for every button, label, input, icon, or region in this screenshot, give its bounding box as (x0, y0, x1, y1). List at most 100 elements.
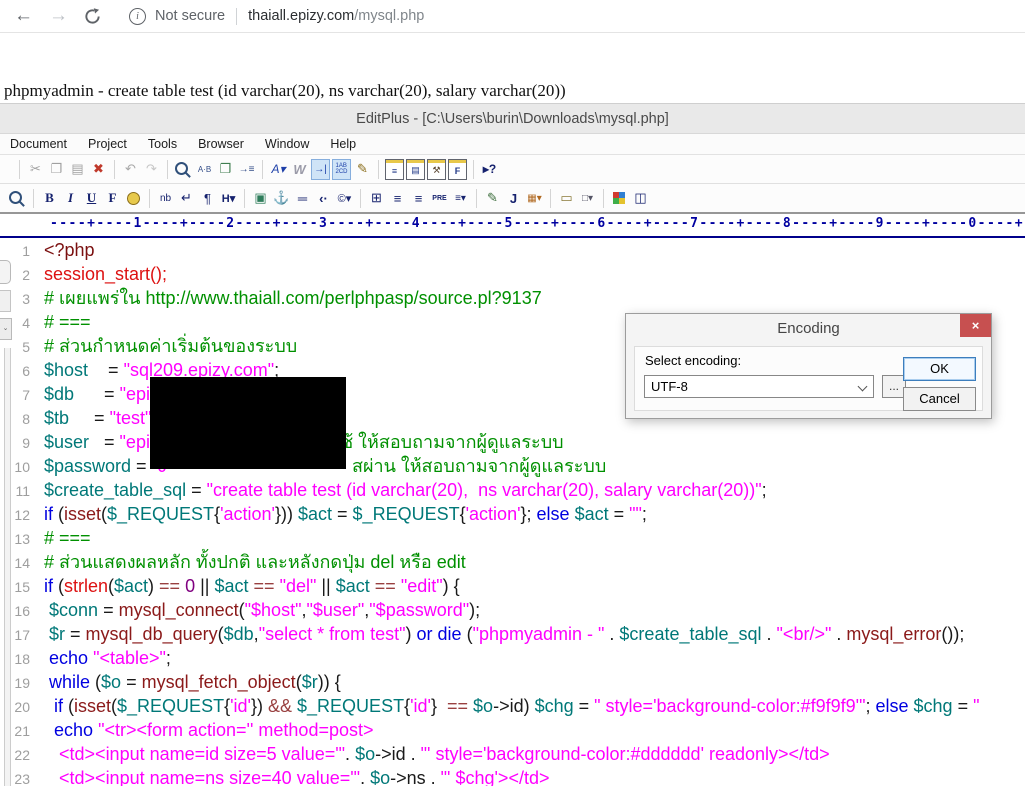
code-token: "phpmyadmin - " (472, 624, 605, 644)
folder-icon[interactable]: ▭ (557, 188, 576, 209)
undo-icon[interactable]: ↶ (121, 159, 140, 180)
table-icon[interactable]: ⊞ (367, 188, 386, 209)
redo-icon[interactable]: ↷ (142, 159, 161, 180)
view-colors-icon[interactable] (610, 188, 629, 209)
code-line[interactable]: 12 if (isset($_REQUEST{'action'})) $act =… (0, 502, 1025, 526)
menu-item-document[interactable]: Document (2, 135, 75, 153)
code-line[interactable]: 22 <td><input name=id size=5 value='". $… (0, 742, 1025, 766)
code-token: $act (114, 576, 149, 596)
browser-preview-icon[interactable] (8, 188, 27, 209)
menu-item-window[interactable]: Window (257, 135, 317, 153)
paste-icon[interactable]: ▤ (68, 159, 87, 180)
function-list-icon[interactable]: F (448, 158, 467, 180)
back-button[interactable]: ← (14, 1, 33, 31)
find-icon[interactable] (174, 159, 193, 180)
nbsp-icon[interactable]: nb (156, 188, 175, 209)
font-icon[interactable]: A▾ (269, 159, 288, 180)
underline-icon[interactable]: U (82, 188, 101, 209)
url-path[interactable]: /mysql.php (354, 8, 424, 24)
code-line[interactable]: 14 # ส่วนแสดงผลหลัก ทั้งปกติ และหลังกดปุ่… (0, 550, 1025, 574)
site-info-icon[interactable]: i (129, 7, 146, 25)
menu-item-tools[interactable]: Tools (140, 135, 185, 153)
clipped-toolbar-fragment (0, 260, 11, 284)
reload-button[interactable] (84, 7, 101, 25)
user-toolbar-icon[interactable]: ⚒ (427, 158, 446, 180)
stamp-icon[interactable]: ✎ (353, 159, 372, 180)
code-token: 'action' (220, 504, 275, 524)
code-line[interactable]: 23 <td><input name=ns size=40 value='". … (0, 766, 1025, 786)
toolbar-separator (33, 188, 34, 208)
image-icon[interactable]: ▣ (251, 188, 270, 209)
code-token: ( (53, 504, 64, 524)
code-line[interactable]: 2 session_start(); (0, 262, 1025, 286)
security-label[interactable]: Not secure (155, 8, 225, 24)
cut-icon[interactable]: ✂ (26, 159, 45, 180)
ok-button[interactable]: OK (903, 357, 976, 381)
select-encoding-label: Select encoding: (645, 353, 742, 368)
code-line[interactable]: 16 $conn = mysql_connect("$host","$user"… (0, 598, 1025, 622)
code-line[interactable]: 15 if (strlen($act) == 0 || $act == "del"… (0, 574, 1025, 598)
tag-icon[interactable]: ‹· (314, 188, 333, 209)
pre-icon[interactable]: PRE (430, 188, 449, 209)
close-icon[interactable]: × (960, 314, 991, 337)
font-face-icon[interactable]: F (103, 188, 122, 209)
menu-item-browser[interactable]: Browser (190, 135, 252, 153)
window-menu-icon[interactable]: □▾ (578, 188, 597, 209)
align-right-icon[interactable]: ≡ (409, 188, 428, 209)
code-token: # ส่วนแสดงผลหลัก ทั้งปกติ และหลังกดปุ่ม … (44, 552, 466, 572)
goto-line-icon[interactable]: →≡ (237, 159, 256, 180)
delete-icon[interactable]: ✖ (89, 159, 108, 180)
context-help-icon[interactable]: ▸? (480, 159, 499, 180)
code-token: || (316, 576, 336, 596)
cancel-button[interactable]: Cancel (903, 387, 976, 411)
list-icon[interactable]: ≡▾ (451, 188, 470, 209)
code-line[interactable]: 18 echo "<table>"; (0, 646, 1025, 670)
code-line[interactable]: 1 <?php (0, 238, 1025, 262)
menu-item-project[interactable]: Project (80, 135, 135, 153)
url-host[interactable]: thaiall.epizy.com (248, 8, 354, 24)
line-break-icon[interactable]: ↵ (177, 188, 196, 209)
code-token: = (65, 624, 86, 644)
hr-icon[interactable]: ═ (293, 188, 312, 209)
code-token: })) (274, 504, 298, 524)
bold-icon[interactable]: B (40, 188, 59, 209)
code-token: ( (63, 696, 75, 716)
code-token: = (952, 696, 974, 716)
find-in-files-icon[interactable]: ❐ (216, 159, 235, 180)
auto-indent-icon[interactable]: →| (311, 158, 330, 180)
replace-icon[interactable]: A·B (195, 159, 214, 180)
code-line[interactable]: 11 $create_table_sql = "create table test… (0, 478, 1025, 502)
special-char-icon[interactable]: ©▾ (335, 188, 354, 209)
code-token: mysql_db_query (85, 624, 218, 644)
anchor-icon[interactable]: ⚓ (272, 188, 291, 209)
paragraph-icon[interactable]: ¶ (198, 188, 217, 209)
word-wrap-icon[interactable]: W (290, 159, 309, 180)
code-line[interactable]: 3 # เผยแพร่ใน http://www.thaiall.com/perl… (0, 286, 1025, 310)
code-line[interactable]: 17 $r = mysql_db_query($db,"select * fro… (0, 622, 1025, 646)
code-token: $_REQUEST (297, 696, 405, 716)
code-line[interactable]: 21 echo "<tr><form action='' method=post… (0, 718, 1025, 742)
cliptext-window-icon[interactable]: ▤ (406, 158, 425, 180)
menu-item-help[interactable]: Help (322, 135, 364, 153)
code-line[interactable]: 19 while ($o = mysql_fetch_object($r)) { (0, 670, 1025, 694)
script-icon[interactable]: ✎ (483, 188, 502, 209)
jscript-icon[interactable]: J (504, 188, 523, 209)
code-line[interactable]: 13 # === (0, 526, 1025, 550)
copy-icon[interactable]: ❐ (47, 159, 66, 180)
line-number-icon[interactable]: 1AB 2CD (332, 158, 351, 180)
italic-icon[interactable]: I (61, 188, 80, 209)
code-token: mysql_fetch_object (141, 672, 296, 692)
align-center-icon[interactable]: ≡ (388, 188, 407, 209)
directory-window-icon[interactable]: ≡ (385, 158, 404, 180)
object-icon[interactable] (124, 188, 143, 209)
code-token: ->id) (493, 696, 535, 716)
heading-icon[interactable]: H▾ (219, 188, 238, 209)
split-window-icon[interactable]: ◫ (631, 188, 650, 209)
code-line[interactable]: 20 if (isset($_REQUEST{'id'}) && $_REQUE… (0, 694, 1025, 718)
objects-icon[interactable]: ▦▾ (525, 188, 544, 209)
forward-button[interactable]: → (49, 1, 68, 31)
encoding-combobox[interactable]: UTF-8 (644, 375, 874, 398)
code-token: = (98, 600, 119, 620)
code-token: "<br/>" (776, 624, 832, 644)
code-token: = (573, 696, 595, 716)
